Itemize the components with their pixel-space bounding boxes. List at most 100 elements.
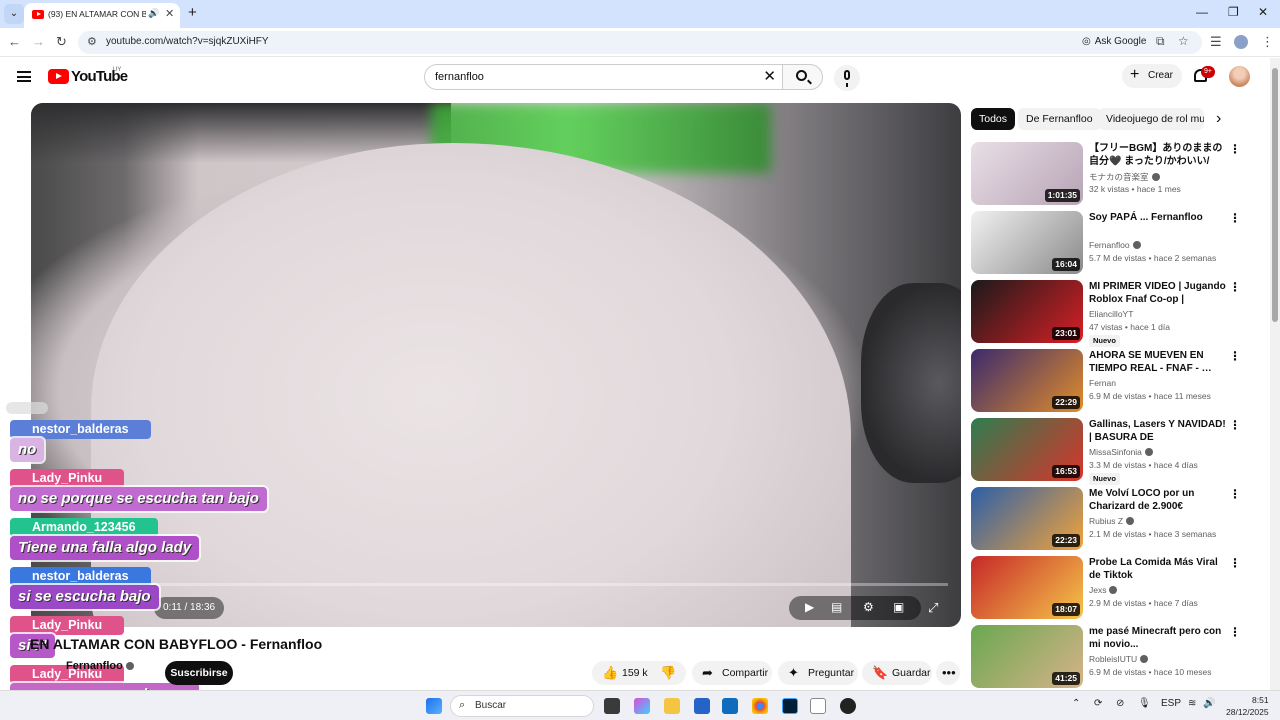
chip-de-fernanfloo[interactable]: De Fernanfloo xyxy=(1018,108,1101,130)
audio-playing-icon[interactable]: 🔊 xyxy=(148,8,159,19)
ask-google-button[interactable]: ◎ Ask Google xyxy=(1082,36,1146,47)
channel-name[interactable]: Fernanfloo xyxy=(66,660,134,672)
more-vertical-icon[interactable]: ⋮ xyxy=(1229,418,1241,432)
url-text[interactable]: youtube.com/watch?v=sjqkZUXiHFY xyxy=(106,36,269,47)
video-thumbnail[interactable]: 22:23 xyxy=(971,487,1083,550)
install-icon[interactable]: ⧉ xyxy=(1156,34,1165,49)
recommendation-title[interactable]: AHORA SE MUEVEN EN TIEMPO REAL - FNAF - … xyxy=(1089,349,1227,375)
more-vertical-icon[interactable]: ⋮ xyxy=(1229,280,1241,294)
store-icon[interactable] xyxy=(694,698,710,714)
more-vertical-icon[interactable]: ⋮ xyxy=(1229,487,1241,501)
settings-gear-icon[interactable]: ⚙ xyxy=(863,600,874,614)
start-windows-icon[interactable] xyxy=(426,698,442,714)
reload-icon[interactable]: ↻ xyxy=(56,34,67,50)
more-vertical-icon[interactable]: ⋮ xyxy=(1229,349,1241,363)
more-vertical-icon[interactable]: ⋮ xyxy=(1229,142,1241,156)
chips-next-chevron-icon[interactable]: › xyxy=(1216,110,1221,128)
tray-app-icon[interactable]: ⟳ xyxy=(1094,698,1102,709)
like-icon[interactable]: 👍 xyxy=(602,661,618,685)
save-button[interactable]: 🔖 Guardar xyxy=(862,661,932,685)
recommendation-item[interactable]: 1:01:35 【フリーBGM】ありのままの自分🖤 まったり/かわいい/チ… モナカ… xyxy=(971,142,1261,206)
recommendation-channel[interactable]: Fernanfloo xyxy=(1089,240,1141,250)
recommendation-item[interactable]: 22:29 AHORA SE MUEVEN EN TIEMPO REAL - FN… xyxy=(971,349,1261,413)
account-avatar[interactable] xyxy=(1229,66,1250,87)
tray-network-off-icon[interactable]: ⊘ xyxy=(1116,698,1124,709)
restore-icon[interactable]: ❐ xyxy=(1228,5,1239,19)
ask-button[interactable]: ✦ Preguntar xyxy=(778,661,858,685)
more-actions-button[interactable]: ••• xyxy=(936,661,960,685)
fullscreen-icon[interactable]: ⤢ xyxy=(928,600,938,616)
create-button[interactable]: + Crear xyxy=(1122,64,1182,88)
video-thumbnail[interactable]: 1:01:35 xyxy=(971,142,1083,205)
more-vertical-icon[interactable]: ⋮ xyxy=(1229,211,1241,225)
chrome-menu-icon[interactable]: ⋮ xyxy=(1261,34,1274,50)
guide-menu-icon[interactable] xyxy=(17,71,31,82)
recommendation-item[interactable]: 22:23 Me Volví LOCO por un Charizard de 2… xyxy=(971,487,1261,551)
chip-todos[interactable]: Todos xyxy=(971,108,1016,130)
search-input[interactable]: fernanfloo ✕ xyxy=(424,64,782,90)
recommendation-channel[interactable]: RobleisIUTU xyxy=(1089,654,1149,664)
recommendation-channel[interactable]: Rubius Z xyxy=(1089,516,1135,526)
obs-icon[interactable] xyxy=(840,698,856,714)
input-language[interactable]: ESP xyxy=(1161,698,1181,709)
youtube-logo-icon[interactable] xyxy=(48,69,69,84)
chip-videojuego-rol[interactable]: Videojuego de rol multijugador xyxy=(1098,108,1204,130)
recommendation-title[interactable]: Probe La Comida Más Viral de Tiktok xyxy=(1089,556,1227,582)
like-count[interactable]: 159 k xyxy=(622,661,648,685)
tray-microphone-icon[interactable]: 🎙 xyxy=(1138,698,1151,709)
subtitles-icon[interactable]: ▤ xyxy=(831,600,842,614)
forward-icon[interactable]: → xyxy=(32,34,45,49)
voice-search-button[interactable] xyxy=(834,65,860,91)
profile-avatar-icon[interactable] xyxy=(1234,35,1248,49)
recommendation-item[interactable]: 18:07 Probe La Comida Más Viral de Tiktok… xyxy=(971,556,1261,620)
video-thumbnail[interactable]: 16:53 xyxy=(971,418,1083,481)
recommendation-title[interactable]: Me Volví LOCO por un Charizard de 2.900€ xyxy=(1089,487,1227,513)
outlook-icon[interactable] xyxy=(722,698,738,714)
recommendation-title[interactable]: Soy PAPÁ ... Fernanfloo xyxy=(1089,211,1227,224)
site-info-icon[interactable]: ⚙ xyxy=(87,35,97,48)
address-bar[interactable]: ⚙ youtube.com/watch?v=sjqkZUXiHFY ◎ Ask G… xyxy=(78,31,1202,54)
recommendation-title[interactable]: 【フリーBGM】ありのままの自分🖤 まったり/かわいい/チ… xyxy=(1089,142,1227,168)
task-view-icon[interactable] xyxy=(604,698,620,714)
recommendation-channel[interactable]: Jexs xyxy=(1089,585,1118,595)
reading-list-icon[interactable]: ☰ xyxy=(1210,34,1222,50)
file-explorer-icon[interactable] xyxy=(664,698,680,714)
recommendation-title[interactable]: Gallinas, Lasers Y NAVIDAD! | BASURA DE … xyxy=(1089,418,1227,444)
recommendation-title[interactable]: MI PRIMER VIDEO | Jugando Roblox Fnaf Co… xyxy=(1089,280,1227,306)
recommendation-channel[interactable]: MissaSinfonia xyxy=(1089,447,1153,457)
window-close-icon[interactable]: ✕ xyxy=(1258,5,1268,19)
recommendation-channel[interactable]: Fernan xyxy=(1089,378,1116,388)
back-icon[interactable]: ← xyxy=(8,34,21,49)
miniplayer-icon[interactable]: ▣ xyxy=(893,600,904,614)
bookmark-star-icon[interactable]: ☆ xyxy=(1178,34,1189,48)
dislike-icon[interactable]: 👎 xyxy=(660,661,676,685)
notepad-icon[interactable] xyxy=(810,698,826,714)
subscribe-button[interactable]: Suscribirse xyxy=(165,661,233,685)
recommendation-item[interactable]: 41:25 me pasé Minecraft pero con mi novio… xyxy=(971,625,1261,689)
photoshop-icon[interactable] xyxy=(782,698,798,714)
video-thumbnail[interactable]: 22:29 xyxy=(971,349,1083,412)
system-clock[interactable]: 8:51 28/12/2025 xyxy=(1226,694,1269,718)
progress-bar[interactable] xyxy=(44,583,948,586)
video-thumbnail[interactable]: 23:01 xyxy=(971,280,1083,343)
autoplay-toggle-icon[interactable]: ▶ xyxy=(805,600,814,614)
share-button[interactable]: ➦ Compartir xyxy=(692,661,772,685)
recommendation-item[interactable]: 16:04 Soy PAPÁ ... Fernanfloo Fernanfloo 5.… xyxy=(971,211,1261,275)
tab-search-icon[interactable]: ⌄ xyxy=(4,4,24,24)
recommendation-channel[interactable]: モナカの音楽室 xyxy=(1089,171,1160,183)
tab-close-icon[interactable]: ✕ xyxy=(165,7,174,20)
video-thumbnail[interactable]: 16:04 xyxy=(971,211,1083,274)
video-thumbnail[interactable]: 41:25 xyxy=(971,625,1083,688)
more-vertical-icon[interactable]: ⋮ xyxy=(1229,625,1241,639)
recommendation-channel[interactable]: EliancilloYT xyxy=(1089,309,1133,319)
recommendation-item[interactable]: 23:01 MI PRIMER VIDEO | Jugando Roblox Fn… xyxy=(971,280,1261,347)
tray-overflow-chevron-icon[interactable]: ⌃ xyxy=(1072,698,1080,709)
wifi-icon[interactable]: ≋ xyxy=(1188,698,1196,709)
volume-icon[interactable]: 🔊 xyxy=(1203,698,1215,709)
more-vertical-icon[interactable]: ⋮ xyxy=(1229,556,1241,570)
minimize-icon[interactable]: — xyxy=(1196,5,1208,19)
video-thumbnail[interactable]: 18:07 xyxy=(971,556,1083,619)
chrome-taskbar-icon[interactable] xyxy=(752,698,768,714)
recommendation-item[interactable]: 16:53 Gallinas, Lasers Y NAVIDAD! | BASUR… xyxy=(971,418,1261,485)
recommendation-title[interactable]: me pasé Minecraft pero con mi novio... xyxy=(1089,625,1227,651)
